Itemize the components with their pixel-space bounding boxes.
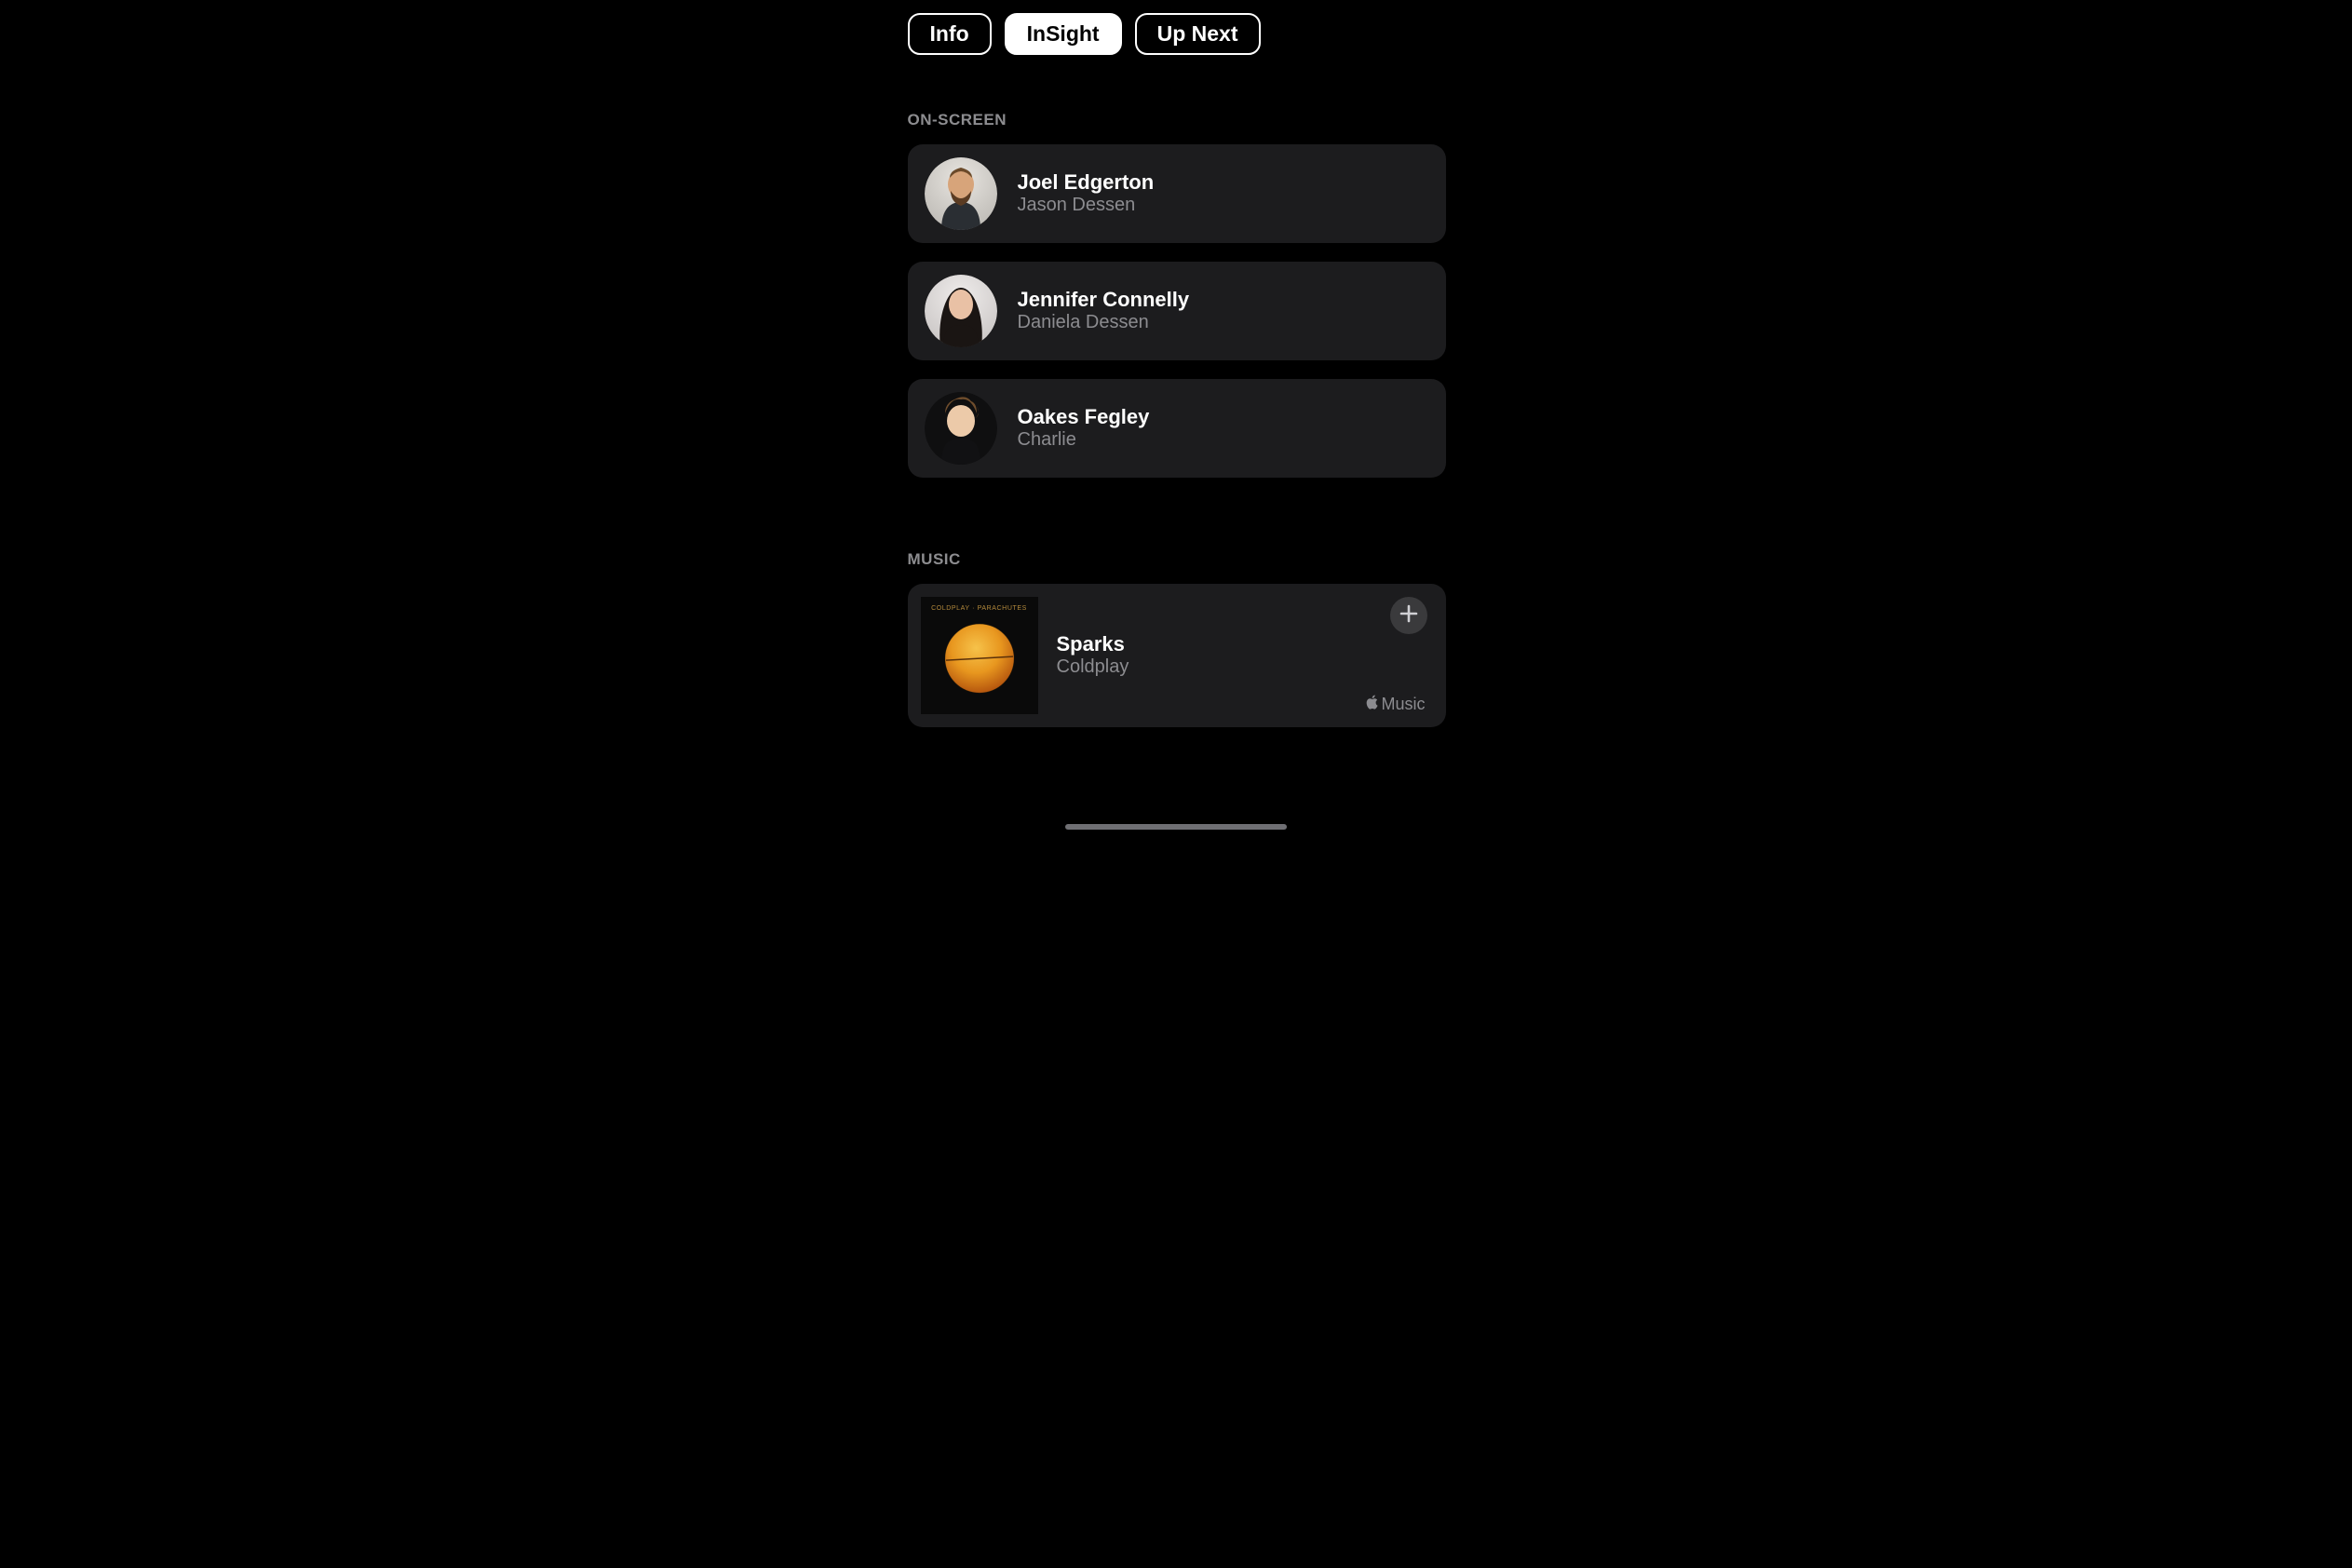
onscreen-header: ON-SCREEN (908, 111, 1446, 129)
avatar (925, 275, 997, 347)
actor-card[interactable]: Oakes Fegley Charlie (908, 379, 1446, 478)
tab-info[interactable]: Info (908, 13, 992, 55)
actor-card[interactable]: Joel Edgerton Jason Dessen (908, 144, 1446, 243)
add-to-library-button[interactable] (1390, 597, 1427, 634)
actor-role: Jason Dessen (1018, 194, 1155, 217)
track-artist: Coldplay (1057, 656, 1429, 679)
service-name: Music (1381, 695, 1425, 714)
track-title: Sparks (1057, 632, 1429, 656)
tab-insight[interactable]: InSight (1005, 13, 1122, 55)
music-card[interactable]: COLDPLAY · PARACHUTES Sparks (908, 584, 1446, 727)
apple-music-badge: Music (1366, 695, 1425, 714)
actor-name: Joel Edgerton (1018, 170, 1155, 194)
home-indicator[interactable] (1065, 824, 1287, 830)
album-art: COLDPLAY · PARACHUTES (921, 597, 1038, 714)
avatar (925, 157, 997, 230)
avatar (925, 392, 997, 465)
tab-up-next[interactable]: Up Next (1135, 13, 1261, 55)
actor-role: Charlie (1018, 428, 1150, 452)
album-label: COLDPLAY · PARACHUTES (921, 605, 1038, 612)
plus-icon (1399, 604, 1418, 628)
apple-logo-icon (1366, 695, 1379, 714)
actor-role: Daniela Dessen (1018, 311, 1190, 334)
actor-name: Oakes Fegley (1018, 405, 1150, 428)
actor-name: Jennifer Connelly (1018, 288, 1190, 311)
actor-card[interactable]: Jennifer Connelly Daniela Dessen (908, 262, 1446, 360)
music-header: MUSIC (908, 550, 1446, 569)
tab-row: Info InSight Up Next (908, 13, 1446, 55)
